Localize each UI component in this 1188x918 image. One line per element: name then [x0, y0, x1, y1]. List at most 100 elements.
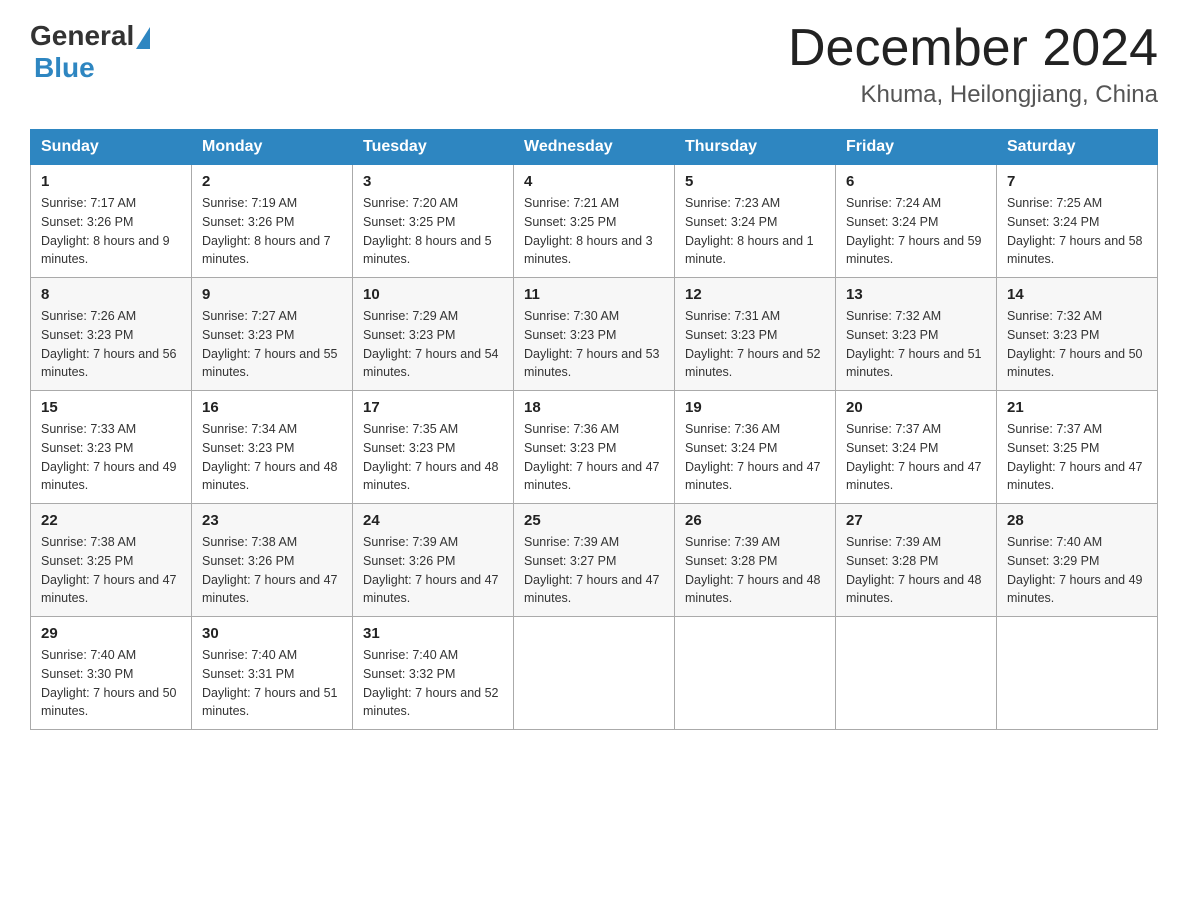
day-info: Sunrise: 7:37 AM Sunset: 3:24 PM Dayligh… [846, 420, 986, 495]
day-info: Sunrise: 7:20 AM Sunset: 3:25 PM Dayligh… [363, 194, 503, 269]
day-number: 26 [685, 512, 825, 529]
header-sunday: Sunday [31, 130, 192, 165]
day-info: Sunrise: 7:30 AM Sunset: 3:23 PM Dayligh… [524, 307, 664, 382]
title-block: December 2024 Khuma, Heilongjiang, China [788, 20, 1158, 109]
day-number: 1 [41, 173, 181, 190]
day-number: 31 [363, 625, 503, 642]
calendar-cell: 15 Sunrise: 7:33 AM Sunset: 3:23 PM Dayl… [31, 391, 192, 504]
day-number: 21 [1007, 399, 1147, 416]
calendar-week-row: 29 Sunrise: 7:40 AM Sunset: 3:30 PM Dayl… [31, 617, 1158, 730]
day-number: 29 [41, 625, 181, 642]
day-info: Sunrise: 7:32 AM Sunset: 3:23 PM Dayligh… [1007, 307, 1147, 382]
day-info: Sunrise: 7:32 AM Sunset: 3:23 PM Dayligh… [846, 307, 986, 382]
day-info: Sunrise: 7:23 AM Sunset: 3:24 PM Dayligh… [685, 194, 825, 269]
calendar-title: December 2024 [788, 20, 1158, 77]
calendar-cell [514, 617, 675, 730]
calendar-cell: 22 Sunrise: 7:38 AM Sunset: 3:25 PM Dayl… [31, 504, 192, 617]
calendar-cell: 29 Sunrise: 7:40 AM Sunset: 3:30 PM Dayl… [31, 617, 192, 730]
page-header: General Blue December 2024 Khuma, Heilon… [30, 20, 1158, 109]
calendar-table: SundayMondayTuesdayWednesdayThursdayFrid… [30, 129, 1158, 730]
calendar-week-row: 22 Sunrise: 7:38 AM Sunset: 3:25 PM Dayl… [31, 504, 1158, 617]
day-info: Sunrise: 7:39 AM Sunset: 3:28 PM Dayligh… [685, 533, 825, 608]
day-number: 17 [363, 399, 503, 416]
calendar-cell: 24 Sunrise: 7:39 AM Sunset: 3:26 PM Dayl… [353, 504, 514, 617]
day-number: 19 [685, 399, 825, 416]
calendar-cell: 30 Sunrise: 7:40 AM Sunset: 3:31 PM Dayl… [192, 617, 353, 730]
calendar-cell: 26 Sunrise: 7:39 AM Sunset: 3:28 PM Dayl… [675, 504, 836, 617]
day-info: Sunrise: 7:38 AM Sunset: 3:26 PM Dayligh… [202, 533, 342, 608]
day-number: 2 [202, 173, 342, 190]
day-number: 6 [846, 173, 986, 190]
calendar-week-row: 15 Sunrise: 7:33 AM Sunset: 3:23 PM Dayl… [31, 391, 1158, 504]
day-number: 4 [524, 173, 664, 190]
day-number: 16 [202, 399, 342, 416]
day-info: Sunrise: 7:29 AM Sunset: 3:23 PM Dayligh… [363, 307, 503, 382]
day-info: Sunrise: 7:31 AM Sunset: 3:23 PM Dayligh… [685, 307, 825, 382]
day-number: 13 [846, 286, 986, 303]
day-number: 7 [1007, 173, 1147, 190]
day-number: 5 [685, 173, 825, 190]
day-number: 8 [41, 286, 181, 303]
day-info: Sunrise: 7:40 AM Sunset: 3:30 PM Dayligh… [41, 646, 181, 721]
calendar-cell: 16 Sunrise: 7:34 AM Sunset: 3:23 PM Dayl… [192, 391, 353, 504]
day-info: Sunrise: 7:34 AM Sunset: 3:23 PM Dayligh… [202, 420, 342, 495]
calendar-cell: 2 Sunrise: 7:19 AM Sunset: 3:26 PM Dayli… [192, 165, 353, 278]
day-number: 14 [1007, 286, 1147, 303]
calendar-cell: 5 Sunrise: 7:23 AM Sunset: 3:24 PM Dayli… [675, 165, 836, 278]
day-number: 24 [363, 512, 503, 529]
day-number: 15 [41, 399, 181, 416]
day-info: Sunrise: 7:35 AM Sunset: 3:23 PM Dayligh… [363, 420, 503, 495]
calendar-cell: 1 Sunrise: 7:17 AM Sunset: 3:26 PM Dayli… [31, 165, 192, 278]
calendar-cell [675, 617, 836, 730]
header-thursday: Thursday [675, 130, 836, 165]
calendar-cell: 20 Sunrise: 7:37 AM Sunset: 3:24 PM Dayl… [836, 391, 997, 504]
day-info: Sunrise: 7:33 AM Sunset: 3:23 PM Dayligh… [41, 420, 181, 495]
calendar-cell: 17 Sunrise: 7:35 AM Sunset: 3:23 PM Dayl… [353, 391, 514, 504]
calendar-cell: 14 Sunrise: 7:32 AM Sunset: 3:23 PM Dayl… [997, 278, 1158, 391]
calendar-cell: 31 Sunrise: 7:40 AM Sunset: 3:32 PM Dayl… [353, 617, 514, 730]
day-number: 27 [846, 512, 986, 529]
day-info: Sunrise: 7:19 AM Sunset: 3:26 PM Dayligh… [202, 194, 342, 269]
logo-triangle-icon [136, 27, 150, 49]
day-number: 18 [524, 399, 664, 416]
calendar-cell [836, 617, 997, 730]
calendar-cell: 23 Sunrise: 7:38 AM Sunset: 3:26 PM Dayl… [192, 504, 353, 617]
calendar-cell: 25 Sunrise: 7:39 AM Sunset: 3:27 PM Dayl… [514, 504, 675, 617]
calendar-cell: 13 Sunrise: 7:32 AM Sunset: 3:23 PM Dayl… [836, 278, 997, 391]
header-saturday: Saturday [997, 130, 1158, 165]
day-number: 22 [41, 512, 181, 529]
day-info: Sunrise: 7:36 AM Sunset: 3:23 PM Dayligh… [524, 420, 664, 495]
day-info: Sunrise: 7:26 AM Sunset: 3:23 PM Dayligh… [41, 307, 181, 382]
calendar-header-row: SundayMondayTuesdayWednesdayThursdayFrid… [31, 130, 1158, 165]
day-info: Sunrise: 7:24 AM Sunset: 3:24 PM Dayligh… [846, 194, 986, 269]
day-info: Sunrise: 7:37 AM Sunset: 3:25 PM Dayligh… [1007, 420, 1147, 495]
day-number: 9 [202, 286, 342, 303]
header-wednesday: Wednesday [514, 130, 675, 165]
calendar-cell: 18 Sunrise: 7:36 AM Sunset: 3:23 PM Dayl… [514, 391, 675, 504]
calendar-cell: 28 Sunrise: 7:40 AM Sunset: 3:29 PM Dayl… [997, 504, 1158, 617]
header-friday: Friday [836, 130, 997, 165]
day-number: 10 [363, 286, 503, 303]
calendar-cell: 10 Sunrise: 7:29 AM Sunset: 3:23 PM Dayl… [353, 278, 514, 391]
header-monday: Monday [192, 130, 353, 165]
calendar-cell: 7 Sunrise: 7:25 AM Sunset: 3:24 PM Dayli… [997, 165, 1158, 278]
day-info: Sunrise: 7:40 AM Sunset: 3:29 PM Dayligh… [1007, 533, 1147, 608]
day-number: 30 [202, 625, 342, 642]
day-number: 25 [524, 512, 664, 529]
day-number: 28 [1007, 512, 1147, 529]
calendar-cell: 27 Sunrise: 7:39 AM Sunset: 3:28 PM Dayl… [836, 504, 997, 617]
day-info: Sunrise: 7:27 AM Sunset: 3:23 PM Dayligh… [202, 307, 342, 382]
calendar-cell: 11 Sunrise: 7:30 AM Sunset: 3:23 PM Dayl… [514, 278, 675, 391]
day-info: Sunrise: 7:38 AM Sunset: 3:25 PM Dayligh… [41, 533, 181, 608]
day-number: 12 [685, 286, 825, 303]
day-info: Sunrise: 7:39 AM Sunset: 3:27 PM Dayligh… [524, 533, 664, 608]
calendar-cell: 6 Sunrise: 7:24 AM Sunset: 3:24 PM Dayli… [836, 165, 997, 278]
day-info: Sunrise: 7:17 AM Sunset: 3:26 PM Dayligh… [41, 194, 181, 269]
day-number: 11 [524, 286, 664, 303]
calendar-cell: 19 Sunrise: 7:36 AM Sunset: 3:24 PM Dayl… [675, 391, 836, 504]
day-info: Sunrise: 7:25 AM Sunset: 3:24 PM Dayligh… [1007, 194, 1147, 269]
calendar-cell [997, 617, 1158, 730]
logo: General Blue [30, 20, 152, 84]
day-number: 3 [363, 173, 503, 190]
calendar-subtitle: Khuma, Heilongjiang, China [788, 81, 1158, 109]
